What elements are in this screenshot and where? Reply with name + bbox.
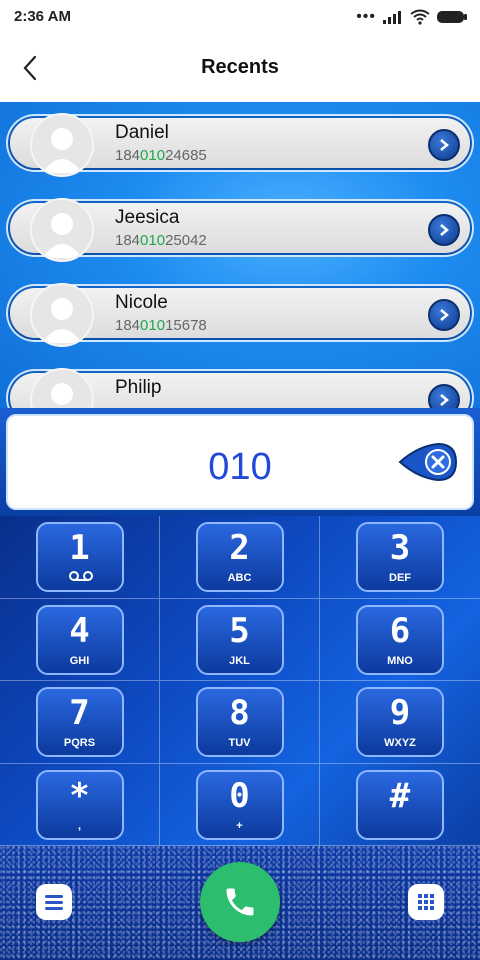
- key-digit: #: [389, 775, 411, 816]
- page-title: Recents: [201, 56, 279, 78]
- key-digit: 3: [389, 528, 411, 568]
- contact-number: 18401015678: [115, 317, 207, 334]
- dialpad-icon: [418, 894, 434, 910]
- dial-input-area: 010: [0, 408, 480, 516]
- recent-item-nicole[interactable]: Nicole 18401015678: [6, 283, 474, 347]
- key-2[interactable]: 2 ABC: [160, 516, 320, 599]
- key-cap: 8 TUV: [195, 687, 284, 757]
- contact-number: 18401025042: [115, 232, 207, 249]
- key-star[interactable]: * ,: [0, 763, 160, 846]
- status-icons: •••: [356, 8, 468, 26]
- avatar: [30, 198, 94, 262]
- details-button[interactable]: [428, 129, 460, 161]
- person-icon: [42, 298, 82, 343]
- person-icon: [42, 128, 82, 173]
- key-letters: PQRS: [63, 737, 96, 749]
- dialpad-toggle-button[interactable]: [408, 884, 444, 920]
- key-4[interactable]: 4 GHI: [0, 598, 160, 681]
- key-cap: #: [356, 769, 444, 840]
- chevron-right-icon: [440, 139, 449, 151]
- key-cap: 5 JKL: [195, 604, 284, 675]
- recents-list[interactable]: Daniel 18401024685 Jeesica 18401025042 N…: [0, 102, 480, 408]
- status-time: 2:36 AM: [14, 8, 71, 25]
- more-dots-icon: •••: [356, 8, 376, 25]
- key-letters: MNO: [387, 654, 413, 667]
- menu-icon: [45, 895, 63, 910]
- key-letters: GHI: [69, 654, 90, 667]
- dial-keypad: 1 2 ABC 3 DEF 4 GHI 5 JKL 6 MNO 7 PQRS 8…: [0, 516, 480, 846]
- key-digit: 4: [69, 610, 90, 651]
- key-1[interactable]: 1: [0, 516, 160, 599]
- key-digit: 9: [389, 693, 411, 733]
- battery-icon: [437, 11, 467, 23]
- key-digit: 0: [229, 775, 250, 816]
- recent-item-jeesica[interactable]: Jeesica 18401025042: [6, 198, 474, 262]
- key-3[interactable]: 3 DEF: [320, 516, 480, 599]
- key-cap: 1: [35, 522, 124, 592]
- call-button[interactable]: [200, 862, 280, 942]
- key-cap: 3 DEF: [356, 522, 444, 592]
- recent-item-philip[interactable]: Philip: [6, 368, 474, 408]
- chevron-right-icon: [440, 309, 449, 321]
- key-digit: 6: [389, 610, 411, 651]
- dial-input-panel[interactable]: 010: [6, 414, 474, 510]
- key-letters: JKL: [229, 654, 250, 667]
- key-7[interactable]: 7 PQRS: [0, 681, 160, 764]
- key-cap: 4 GHI: [35, 604, 124, 675]
- key-digit: 5: [229, 610, 250, 651]
- key-cap: 2 ABC: [195, 522, 284, 592]
- key-cap: * ,: [35, 769, 124, 840]
- key-letters: DEF: [389, 572, 411, 584]
- key-8[interactable]: 8 TUV: [160, 681, 320, 764]
- voicemail-icon: [68, 571, 93, 581]
- key-digit: 7: [69, 693, 90, 733]
- key-letters: ABC: [227, 572, 252, 584]
- contact-name: Jeesica: [115, 207, 180, 228]
- phone-icon: [226, 888, 254, 916]
- key-cap: 0 +: [195, 769, 284, 840]
- backspace-icon[interactable]: [398, 440, 458, 484]
- key-cap: 7 PQRS: [35, 687, 124, 757]
- key-letters: TUV: [228, 737, 251, 749]
- key-0[interactable]: 0 +: [160, 763, 320, 846]
- key-hash[interactable]: #: [320, 764, 480, 846]
- details-button[interactable]: [428, 299, 460, 331]
- wifi-icon: [410, 9, 430, 25]
- person-icon: [42, 213, 82, 258]
- chevron-right-icon: [440, 224, 449, 236]
- details-button[interactable]: [428, 214, 460, 246]
- contact-name: Nicole: [115, 292, 168, 313]
- key-digit: 8: [229, 693, 250, 733]
- key-digit: 1: [69, 528, 90, 568]
- contact-name: Philip: [115, 377, 162, 398]
- key-cap: 6 MNO: [356, 604, 444, 675]
- avatar: [30, 113, 94, 177]
- key-9[interactable]: 9 WXYZ: [320, 681, 480, 764]
- menu-button[interactable]: [36, 884, 72, 920]
- chevron-right-icon: [440, 394, 449, 406]
- bottom-action-bar: [0, 846, 480, 960]
- contact-number: 18401024685: [115, 147, 207, 164]
- key-letters: WXYZ: [384, 737, 416, 749]
- key-letters: +: [236, 819, 243, 832]
- details-button[interactable]: [428, 384, 460, 408]
- signal-icon: [383, 11, 401, 24]
- contact-name: Daniel: [115, 122, 169, 143]
- status-bar: 2:36 AM •••: [0, 0, 480, 36]
- key-cap: 9 WXYZ: [356, 687, 444, 757]
- avatar: [30, 283, 94, 347]
- key-5[interactable]: 5 JKL: [160, 598, 320, 681]
- key-digit: *: [69, 775, 90, 816]
- app-header: Recents: [0, 36, 480, 102]
- person-icon: [51, 383, 73, 405]
- key-letters: ,: [77, 819, 82, 832]
- key-6[interactable]: 6 MNO: [320, 599, 480, 681]
- recent-item-daniel[interactable]: Daniel 18401024685: [6, 113, 474, 177]
- key-digit: 2: [229, 528, 250, 568]
